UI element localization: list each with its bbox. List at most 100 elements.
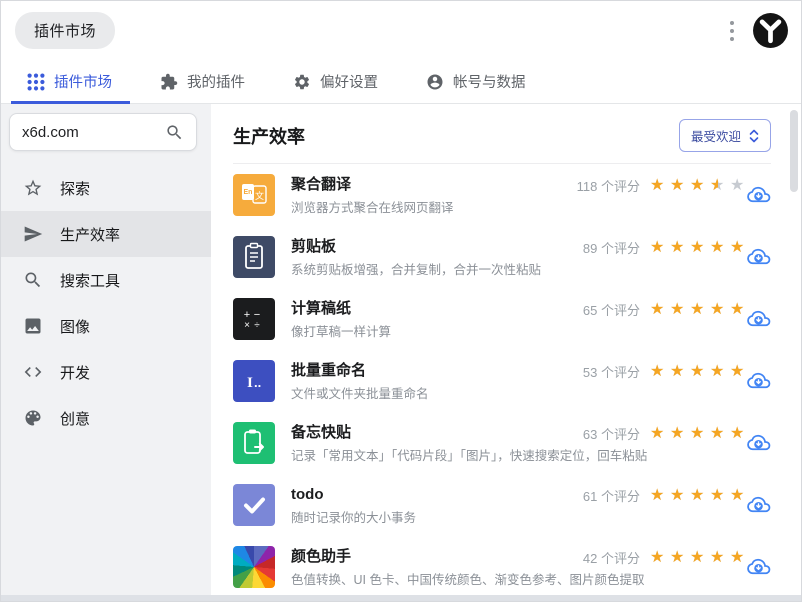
svg-text:÷: ÷ (254, 320, 260, 331)
svg-text:×: × (244, 320, 250, 331)
cloud-download-icon (747, 496, 771, 513)
sidebar-item-image[interactable]: 图像 (1, 303, 211, 349)
list-item[interactable]: I .. 批量重命名 文件或文件夹批量重命名 53 个评分 ★ ★ ★ ★ ★ ★ ★ ★ ★ ★ (233, 350, 801, 412)
tab-account-data[interactable]: 帐号与数据 (426, 60, 526, 103)
kebab-menu-icon[interactable] (725, 16, 739, 46)
sidebar-item-search-tools[interactable]: 搜索工具 (1, 257, 211, 303)
list-item[interactable]: 备忘快贴 记录「常用文本」「代码片段」「图片」，快速搜索定位，回车粘贴 63 个… (233, 412, 801, 474)
sidebar-item-dev[interactable]: 开发 (1, 349, 211, 395)
download-button[interactable] (744, 553, 773, 582)
star-icon (24, 179, 42, 196)
rating-count: 89 个评分 (582, 241, 640, 256)
memo-tile-icon (233, 422, 275, 464)
download-button[interactable] (744, 181, 773, 210)
plugin-description: 记录「常用文本」「代码片段」「图片」，快速搜索定位，回车粘贴 (291, 448, 648, 463)
plugin-title[interactable]: 批量重命名 (291, 361, 429, 381)
rating: 118 个评分 ★★★★★★★★★★ (577, 176, 746, 195)
person-icon (427, 74, 443, 89)
rating: 53 个评分 ★ ★ ★ ★ ★ ★ ★ ★ ★ ★ (583, 362, 746, 381)
tab-label: 帐号与数据 (453, 75, 526, 91)
plugin-title[interactable]: todo (291, 485, 416, 505)
star-rating-icon: ★★★★★★★★★★ (650, 486, 745, 504)
rating-count: 118 个评分 (576, 179, 640, 194)
search-icon (25, 272, 41, 288)
rename-tile-icon: I .. (233, 360, 275, 402)
rating-count: 61 个评分 (582, 489, 640, 504)
rating-count: 53 个评分 (582, 365, 640, 380)
plugin-description: 浏览器方式聚合在线网页翻译 (291, 200, 454, 215)
code-icon (24, 367, 42, 377)
sidebar-item-creative[interactable]: 创意 (1, 395, 211, 441)
sidebar-item-label: 搜索工具 (60, 272, 121, 290)
rating: 89 个评分 ★ ★ ★ ★ ★ ★ ★ ★ ★ ★ (583, 238, 746, 257)
plugin-title[interactable]: 剪贴板 (291, 237, 541, 257)
star-rating-icon: ★★★★★★★★★★ (650, 300, 745, 318)
sidebar-item-label: 生产效率 (60, 226, 121, 244)
list-item[interactable]: 剪贴板 系统剪贴板增强，合并复制，合并一次性粘贴 89 个评分 ★ ★ ★ ★ ★ ★ ★ ★… (233, 226, 801, 288)
plugin-description: 像打草稿一样计算 (291, 324, 392, 339)
gear-icon (294, 74, 310, 89)
plugin-market-window: 插件市场 插件市场 我的插件 偏好设置 帐号与数据 x6d.com 探索 生产效… (0, 0, 802, 602)
rating: 42 个评分 ★ ★ ★ ★ ★ ★ ★ ★ ★ ★ (583, 548, 746, 567)
star-rating-icon: ★★★★★★★★★★ (650, 548, 745, 566)
cloud-download-icon (747, 558, 771, 575)
search-icon[interactable] (165, 123, 184, 142)
tab-my-plugins[interactable]: 我的插件 (160, 60, 245, 103)
tab-plugin-market[interactable]: 插件市场 (11, 60, 130, 104)
grid-icon (27, 73, 45, 90)
tab-label: 插件市场 (54, 75, 112, 91)
star-rating-icon: ★★★★★★★★★★ (650, 362, 745, 380)
palette-icon (25, 410, 41, 426)
tab-bar: 插件市场 我的插件 偏好设置 帐号与数据 (1, 60, 801, 104)
tab-label: 偏好设置 (320, 75, 378, 91)
plugin-list: 文 En 聚合翻译 浏览器方式聚合在线网页翻译 118 个评分 ★ ★ ★ ★ ★ ★ ★ ★… (233, 164, 801, 595)
page-title: 生产效率 (233, 126, 305, 147)
download-button[interactable] (744, 305, 773, 334)
sort-label: 最受欢迎 (690, 130, 741, 144)
sidebar-item-productivity[interactable]: 生产效率 (1, 211, 211, 257)
download-button[interactable] (744, 367, 773, 396)
list-item[interactable]: + − × ÷ 计算稿纸 像打草稿一样计算 65 个评分 ★ ★ ★ ★ ★ ★ ★ ★ ★ ★ (233, 288, 801, 350)
window-bottom-edge (1, 595, 801, 601)
rating: 65 个评分 ★ ★ ★ ★ ★ ★ ★ ★ ★ ★ (583, 300, 746, 319)
search-box[interactable] (9, 113, 197, 151)
translate-tile-icon: 文 En (233, 174, 275, 216)
category-nav: 探索 生产效率 搜索工具 图像 开发 创意 (1, 165, 211, 441)
plugin-description: 随时记录你的大小事务 (291, 510, 417, 525)
download-button[interactable] (744, 429, 773, 458)
window-tab-pill[interactable]: 插件市场 (15, 12, 116, 49)
sidebar-item-explore[interactable]: 探索 (1, 165, 211, 211)
plugin-title[interactable]: 聚合翻译 (291, 175, 454, 195)
svg-text:..: .. (254, 375, 261, 390)
svg-text:En: En (244, 189, 253, 196)
list-item[interactable]: todo 随时记录你的大小事务 61 个评分 ★ ★ ★ ★ ★ ★ ★ ★ ★ ★ (233, 474, 801, 536)
rating: 61 个评分 ★ ★ ★ ★ ★ ★ ★ ★ ★ ★ (583, 486, 746, 505)
download-button[interactable] (744, 491, 773, 520)
sidebar-item-label: 开发 (60, 364, 91, 382)
clipboard-tile-icon (233, 236, 275, 278)
star-rating-icon: ★★★★★★★★★★ (650, 424, 745, 442)
download-button[interactable] (744, 243, 773, 272)
cloud-download-icon (747, 434, 771, 451)
tab-preferences[interactable]: 偏好设置 (293, 60, 378, 103)
image-icon (25, 318, 41, 334)
star-rating-icon: ★★★★★★★★★★ (650, 238, 745, 256)
sort-chevrons-icon (749, 129, 759, 142)
cloud-download-icon (747, 310, 771, 327)
puzzle-icon (161, 73, 178, 89)
cloud-download-icon (747, 186, 771, 203)
sort-dropdown[interactable]: 最受欢迎 (678, 119, 771, 152)
star-rating-icon: ★★★★★★★★★★ (650, 176, 745, 194)
list-item[interactable]: 文 En 聚合翻译 浏览器方式聚合在线网页翻译 118 个评分 ★ ★ ★ ★ ★ ★ ★ ★… (233, 164, 801, 226)
rating-count: 63 个评分 (582, 427, 640, 442)
paper-plane-icon (24, 226, 43, 242)
todo-tile-icon (233, 484, 275, 526)
search-input[interactable] (22, 123, 165, 141)
plugin-title[interactable]: 计算稿纸 (291, 299, 391, 319)
tab-label: 我的插件 (187, 75, 245, 91)
list-item[interactable]: 颜色助手 色值转换、UI 色卡、中国传统颜色、渐变色参考、图片颜色提取 42 个… (233, 536, 801, 595)
rating-count: 65 个评分 (582, 303, 640, 318)
sidebar-item-label: 图像 (60, 318, 91, 336)
color-wheel-tile-icon (233, 546, 275, 588)
app-logo-icon[interactable] (752, 12, 789, 49)
